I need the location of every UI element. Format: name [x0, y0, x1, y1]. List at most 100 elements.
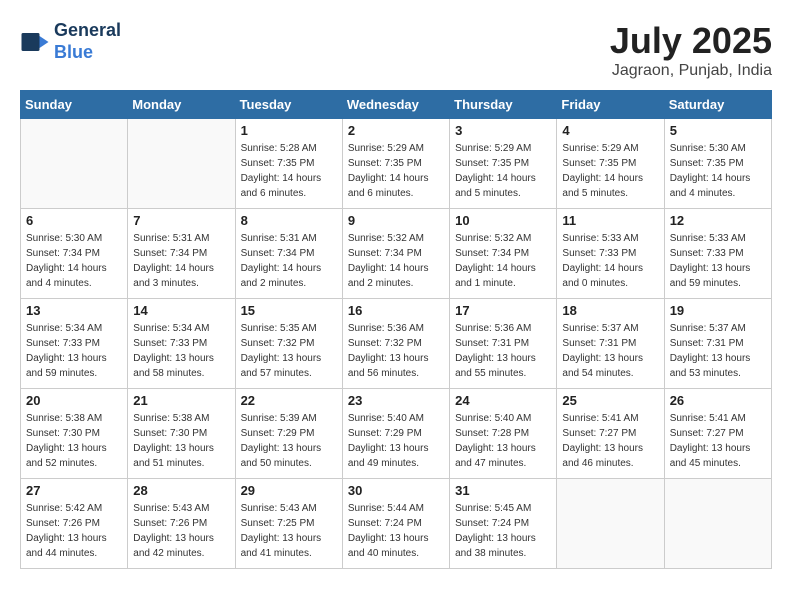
- day-number: 23: [348, 393, 444, 408]
- day-info: Sunrise: 5:38 AM Sunset: 7:30 PM Dayligh…: [26, 411, 122, 471]
- day-number: 15: [241, 303, 337, 318]
- calendar-cell: 20 Sunrise: 5:38 AM Sunset: 7:30 PM Dayli…: [21, 389, 128, 479]
- day-number: 22: [241, 393, 337, 408]
- weekday-wednesday: Wednesday: [342, 91, 449, 119]
- day-number: 3: [455, 123, 551, 138]
- day-info: Sunrise: 5:28 AM Sunset: 7:35 PM Dayligh…: [241, 141, 337, 201]
- calendar-cell: 22 Sunrise: 5:39 AM Sunset: 7:29 PM Dayli…: [235, 389, 342, 479]
- weekday-monday: Monday: [128, 91, 235, 119]
- calendar-cell: 2 Sunrise: 5:29 AM Sunset: 7:35 PM Daylig…: [342, 119, 449, 209]
- day-info: Sunrise: 5:34 AM Sunset: 7:33 PM Dayligh…: [26, 321, 122, 381]
- week-row-2: 6Sunrise: 5:30 AM Sunset: 7:34 PM Daylig…: [21, 209, 772, 299]
- day-number: 11: [562, 213, 658, 228]
- calendar-cell: 19Sunrise: 5:37 AM Sunset: 7:31 PM Dayli…: [664, 299, 771, 389]
- day-info: Sunrise: 5:41 AM Sunset: 7:27 PM Dayligh…: [562, 411, 658, 471]
- day-info: Sunrise: 5:45 AM Sunset: 7:24 PM Dayligh…: [455, 501, 551, 561]
- calendar-cell: 14 Sunrise: 5:34 AM Sunset: 7:33 PM Dayli…: [128, 299, 235, 389]
- weekday-sunday: Sunday: [21, 91, 128, 119]
- month-title: July 2025: [610, 20, 772, 62]
- day-info: Sunrise: 5:44 AM Sunset: 7:24 PM Dayligh…: [348, 501, 444, 561]
- title-area: July 2025 Jagraon, Punjab, India: [610, 20, 772, 80]
- day-number: 13: [26, 303, 122, 318]
- calendar-cell: 23 Sunrise: 5:40 AM Sunset: 7:29 PM Dayli…: [342, 389, 449, 479]
- day-info: Sunrise: 5:34 AM Sunset: 7:33 PM Dayligh…: [133, 321, 229, 381]
- calendar-cell: 4 Sunrise: 5:29 AM Sunset: 7:35 PM Daylig…: [557, 119, 664, 209]
- week-row-5: 27 Sunrise: 5:42 AM Sunset: 7:26 PM Dayli…: [21, 479, 772, 569]
- day-number: 14: [133, 303, 229, 318]
- calendar-header: SundayMondayTuesdayWednesdayThursdayFrid…: [21, 91, 772, 119]
- day-info: Sunrise: 5:30 AM Sunset: 7:35 PM Dayligh…: [670, 141, 766, 201]
- weekday-thursday: Thursday: [450, 91, 557, 119]
- calendar-cell: 8 Sunrise: 5:31 AM Sunset: 7:34 PM Daylig…: [235, 209, 342, 299]
- calendar-cell: 9 Sunrise: 5:32 AM Sunset: 7:34 PM Daylig…: [342, 209, 449, 299]
- day-info: Sunrise: 5:40 AM Sunset: 7:28 PM Dayligh…: [455, 411, 551, 471]
- day-number: 2: [348, 123, 444, 138]
- day-number: 21: [133, 393, 229, 408]
- day-number: 26: [670, 393, 766, 408]
- day-info: Sunrise: 5:43 AM Sunset: 7:25 PM Dayligh…: [241, 501, 337, 561]
- calendar-cell: 29 Sunrise: 5:43 AM Sunset: 7:25 PM Dayli…: [235, 479, 342, 569]
- day-number: 5: [670, 123, 766, 138]
- calendar-cell: 16Sunrise: 5:36 AM Sunset: 7:32 PM Dayli…: [342, 299, 449, 389]
- calendar-cell: 6Sunrise: 5:30 AM Sunset: 7:34 PM Daylig…: [21, 209, 128, 299]
- weekday-friday: Friday: [557, 91, 664, 119]
- calendar-cell: 5 Sunrise: 5:30 AM Sunset: 7:35 PM Daylig…: [664, 119, 771, 209]
- day-number: 30: [348, 483, 444, 498]
- calendar-cell: 13 Sunrise: 5:34 AM Sunset: 7:33 PM Dayli…: [21, 299, 128, 389]
- day-info: Sunrise: 5:31 AM Sunset: 7:34 PM Dayligh…: [133, 231, 229, 291]
- calendar-body: 1Sunrise: 5:28 AM Sunset: 7:35 PM Daylig…: [21, 119, 772, 569]
- weekday-tuesday: Tuesday: [235, 91, 342, 119]
- calendar-cell: 1Sunrise: 5:28 AM Sunset: 7:35 PM Daylig…: [235, 119, 342, 209]
- weekday-saturday: Saturday: [664, 91, 771, 119]
- day-info: Sunrise: 5:40 AM Sunset: 7:29 PM Dayligh…: [348, 411, 444, 471]
- day-info: Sunrise: 5:30 AM Sunset: 7:34 PM Dayligh…: [26, 231, 122, 291]
- week-row-4: 20 Sunrise: 5:38 AM Sunset: 7:30 PM Dayli…: [21, 389, 772, 479]
- location: Jagraon, Punjab, India: [610, 62, 772, 80]
- calendar-cell: [557, 479, 664, 569]
- day-number: 7: [133, 213, 229, 228]
- day-number: 9: [348, 213, 444, 228]
- weekday-header-row: SundayMondayTuesdayWednesdayThursdayFrid…: [21, 91, 772, 119]
- day-number: 18: [562, 303, 658, 318]
- calendar-cell: 25Sunrise: 5:41 AM Sunset: 7:27 PM Dayli…: [557, 389, 664, 479]
- day-info: Sunrise: 5:43 AM Sunset: 7:26 PM Dayligh…: [133, 501, 229, 561]
- day-info: Sunrise: 5:36 AM Sunset: 7:32 PM Dayligh…: [348, 321, 444, 381]
- calendar-cell: 10Sunrise: 5:32 AM Sunset: 7:34 PM Dayli…: [450, 209, 557, 299]
- day-number: 29: [241, 483, 337, 498]
- day-info: Sunrise: 5:33 AM Sunset: 7:33 PM Dayligh…: [670, 231, 766, 291]
- day-info: Sunrise: 5:35 AM Sunset: 7:32 PM Dayligh…: [241, 321, 337, 381]
- day-info: Sunrise: 5:42 AM Sunset: 7:26 PM Dayligh…: [26, 501, 122, 561]
- calendar-cell: 12 Sunrise: 5:33 AM Sunset: 7:33 PM Dayli…: [664, 209, 771, 299]
- calendar-cell: 11Sunrise: 5:33 AM Sunset: 7:33 PM Dayli…: [557, 209, 664, 299]
- logo: General Blue: [20, 20, 121, 63]
- day-number: 20: [26, 393, 122, 408]
- calendar-cell: 7 Sunrise: 5:31 AM Sunset: 7:34 PM Daylig…: [128, 209, 235, 299]
- week-row-1: 1Sunrise: 5:28 AM Sunset: 7:35 PM Daylig…: [21, 119, 772, 209]
- day-number: 12: [670, 213, 766, 228]
- day-info: Sunrise: 5:31 AM Sunset: 7:34 PM Dayligh…: [241, 231, 337, 291]
- calendar-cell: [21, 119, 128, 209]
- day-number: 27: [26, 483, 122, 498]
- day-number: 8: [241, 213, 337, 228]
- day-number: 17: [455, 303, 551, 318]
- calendar-cell: 17 Sunrise: 5:36 AM Sunset: 7:31 PM Dayli…: [450, 299, 557, 389]
- day-info: Sunrise: 5:41 AM Sunset: 7:27 PM Dayligh…: [670, 411, 766, 471]
- calendar-cell: 21Sunrise: 5:38 AM Sunset: 7:30 PM Dayli…: [128, 389, 235, 479]
- day-number: 28: [133, 483, 229, 498]
- day-info: Sunrise: 5:39 AM Sunset: 7:29 PM Dayligh…: [241, 411, 337, 471]
- calendar: SundayMondayTuesdayWednesdayThursdayFrid…: [20, 90, 772, 569]
- week-row-3: 13 Sunrise: 5:34 AM Sunset: 7:33 PM Dayli…: [21, 299, 772, 389]
- day-number: 4: [562, 123, 658, 138]
- day-info: Sunrise: 5:29 AM Sunset: 7:35 PM Dayligh…: [348, 141, 444, 201]
- calendar-cell: 3 Sunrise: 5:29 AM Sunset: 7:35 PM Daylig…: [450, 119, 557, 209]
- day-info: Sunrise: 5:32 AM Sunset: 7:34 PM Dayligh…: [348, 231, 444, 291]
- calendar-cell: 27 Sunrise: 5:42 AM Sunset: 7:26 PM Dayli…: [21, 479, 128, 569]
- calendar-cell: [128, 119, 235, 209]
- day-number: 24: [455, 393, 551, 408]
- day-info: Sunrise: 5:37 AM Sunset: 7:31 PM Dayligh…: [562, 321, 658, 381]
- day-info: Sunrise: 5:29 AM Sunset: 7:35 PM Dayligh…: [562, 141, 658, 201]
- calendar-cell: 26 Sunrise: 5:41 AM Sunset: 7:27 PM Dayli…: [664, 389, 771, 479]
- day-info: Sunrise: 5:29 AM Sunset: 7:35 PM Dayligh…: [455, 141, 551, 201]
- day-info: Sunrise: 5:36 AM Sunset: 7:31 PM Dayligh…: [455, 321, 551, 381]
- calendar-cell: 18 Sunrise: 5:37 AM Sunset: 7:31 PM Dayli…: [557, 299, 664, 389]
